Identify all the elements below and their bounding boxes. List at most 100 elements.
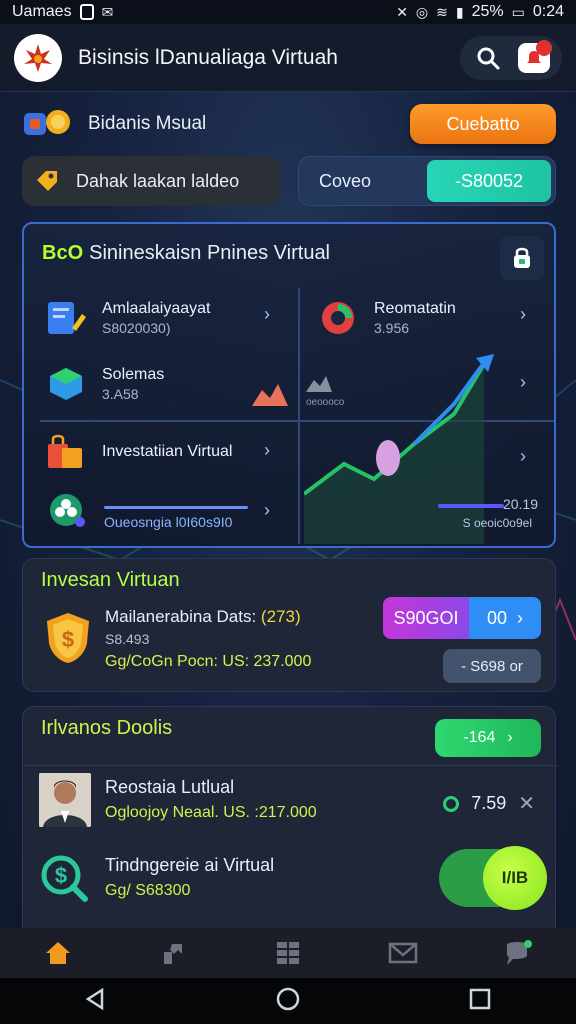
carrier-name: Uamaes: [12, 3, 72, 20]
lock-button[interactable]: [500, 236, 544, 280]
tab-grid[interactable]: [258, 931, 318, 975]
tag-icon: [37, 171, 57, 191]
app-logo[interactable]: [14, 33, 62, 82]
close-icon[interactable]: ✕: [518, 791, 535, 816]
menu-item-solemas[interactable]: Solemas 3.A58: [42, 362, 164, 406]
alarm-icon: ◎: [415, 3, 429, 20]
balance-value: -S80052: [427, 160, 551, 202]
item-label: Solemas: [102, 366, 165, 383]
battery-icon: ▭: [511, 3, 525, 20]
tools-card: Irlvanos Doolis -164 › Reostaia Lutlual …: [22, 706, 557, 942]
svg-text:$: $: [62, 627, 74, 652]
wifi-icon: ≋: [436, 3, 448, 20]
home-icon: [45, 942, 70, 964]
item-label: Investatiian Virtual: [102, 443, 233, 460]
mute-icon: ✕: [396, 3, 408, 20]
progress-line: [104, 506, 248, 509]
cube-icon: [42, 362, 90, 406]
investment-pool: Gg/CoGn Pocn: US: 237.000: [105, 653, 312, 670]
leaf-logo-icon: [24, 43, 52, 72]
panel-divider-vertical: [298, 288, 300, 544]
system-navigation-bar: [0, 978, 576, 1024]
status-dot-icon: [443, 795, 460, 812]
battery-percent: 25%: [471, 3, 504, 20]
menu-item-oueosngia[interactable]: [42, 488, 102, 532]
status-bar: Uamaes ✉ ✕ ◎ ≋ ▮ 25% ▭ 0:24: [0, 0, 576, 24]
menu-item-reomatatin[interactable]: Reomatatin 3.956: [314, 296, 456, 340]
tools-title: Irlvanos Doolis: [41, 717, 173, 739]
tab-chat[interactable]: [488, 931, 548, 975]
panel-title: Sinineskaisn Pnines Virtual: [89, 242, 331, 264]
item-sub: 3.956: [374, 320, 410, 336]
virtual-business-panel: BcO Sinineskaisn Pnines Virtual Amlaalai…: [22, 222, 556, 548]
tab-messages[interactable]: [373, 931, 433, 975]
business-row: Bidanis Msual Cuebatto: [22, 102, 556, 146]
primary-action-button[interactable]: Cuebatto: [410, 104, 556, 144]
investment-title: Invesan Virtuan: [41, 569, 180, 591]
item-label: Reomatatin: [374, 300, 456, 317]
mini-bar: [438, 504, 504, 508]
item-sub: S8020030): [102, 320, 171, 336]
row-title: Tindngereie ai Virtual: [105, 855, 275, 875]
virtual-toggle[interactable]: I/IB: [439, 846, 547, 910]
mountain-chart-icon: [252, 384, 288, 406]
tools-pill-button[interactable]: -164 ›: [435, 719, 541, 757]
investment-count: (273): [260, 607, 301, 626]
tools-row-1[interactable]: Reostaia Lutlual Ogloojoy Neaal. US. :21…: [105, 777, 317, 822]
item-label: Amlaalaiyaayat: [102, 300, 211, 317]
invest-button[interactable]: S90GOI 00 ›: [383, 597, 541, 639]
gauge-icon: [314, 296, 362, 340]
row-subtitle: Ogloojoy Neaal. US. :217.000: [105, 804, 317, 821]
svg-text:$: $: [55, 863, 67, 888]
recents-button[interactable]: [468, 987, 492, 1016]
trend-up-icon: [163, 944, 182, 964]
menu-item-investation-virtual[interactable]: Investatiian Virtual: [42, 430, 232, 474]
item-label: Oueosngia l0I60s9I0: [104, 514, 233, 530]
notifications-button[interactable]: [518, 39, 552, 73]
balance-chip[interactable]: Coveo -S80052: [298, 156, 556, 206]
divider: [23, 765, 557, 766]
tab-trends[interactable]: [143, 931, 203, 975]
chart-tag: oeoooco: [306, 374, 344, 408]
row-value: 7.59: [471, 793, 507, 813]
row-title: Reostaia Lutlual: [105, 777, 235, 797]
item-sub: 3.A58: [102, 386, 139, 402]
search-button[interactable]: [472, 42, 504, 74]
app-notification-icon: ✉: [101, 3, 114, 20]
header-actions: [460, 35, 562, 80]
chevron-right-icon: ›: [517, 607, 524, 628]
balance-label: Coveo: [319, 170, 372, 191]
shield-dollar-icon: $: [47, 613, 89, 663]
chevron-right-icon: ›: [264, 304, 270, 324]
app-header: Bisinsis lDanualiaga Virtuah: [0, 24, 576, 92]
investment-card: Invesan Virtuan $ Mailanerabina Dats: (2…: [22, 558, 556, 692]
secondary-value-button[interactable]: - S698 or: [443, 649, 541, 683]
tab-home[interactable]: [28, 931, 88, 975]
back-button[interactable]: [84, 987, 108, 1016]
panel-badge: BcO: [42, 242, 84, 264]
investment-line: Mailanerabina Dats:: [105, 607, 261, 626]
menu-item-amlaalaiyaayat[interactable]: Amlaalaiyaayat S8020030): [42, 296, 211, 340]
home-button[interactable]: [275, 986, 301, 1017]
grid-icon: [276, 942, 299, 964]
document-edit-icon: [42, 296, 90, 340]
chevron-right-icon: ›: [520, 446, 526, 466]
shopping-bags-icon: [42, 430, 90, 474]
promo-chip[interactable]: Dahak laakan laldeo: [22, 156, 280, 206]
chevron-right-icon: ›: [264, 500, 270, 520]
signal-icon: ▮: [455, 3, 464, 20]
flower-icon: [42, 488, 90, 532]
tools-row-2[interactable]: Tindngereie ai Virtual Gg/ S68300: [105, 855, 274, 900]
avatar[interactable]: [39, 773, 91, 827]
mail-icon: [388, 942, 418, 964]
chat-icon: [507, 940, 533, 965]
chevron-right-icon: ›: [520, 304, 526, 324]
promo-label: Dahak laakan laldeo: [76, 170, 240, 191]
notification-badge: [536, 39, 552, 56]
invest-button-label: 00: [486, 607, 508, 628]
chevron-right-icon: ›: [264, 440, 270, 460]
tools-pill-label: -164: [463, 729, 496, 746]
investment-amount: S8.493: [105, 631, 150, 647]
chevron-right-icon: ›: [507, 729, 513, 746]
mini-caption: S oeoic0o9el: [462, 516, 532, 530]
